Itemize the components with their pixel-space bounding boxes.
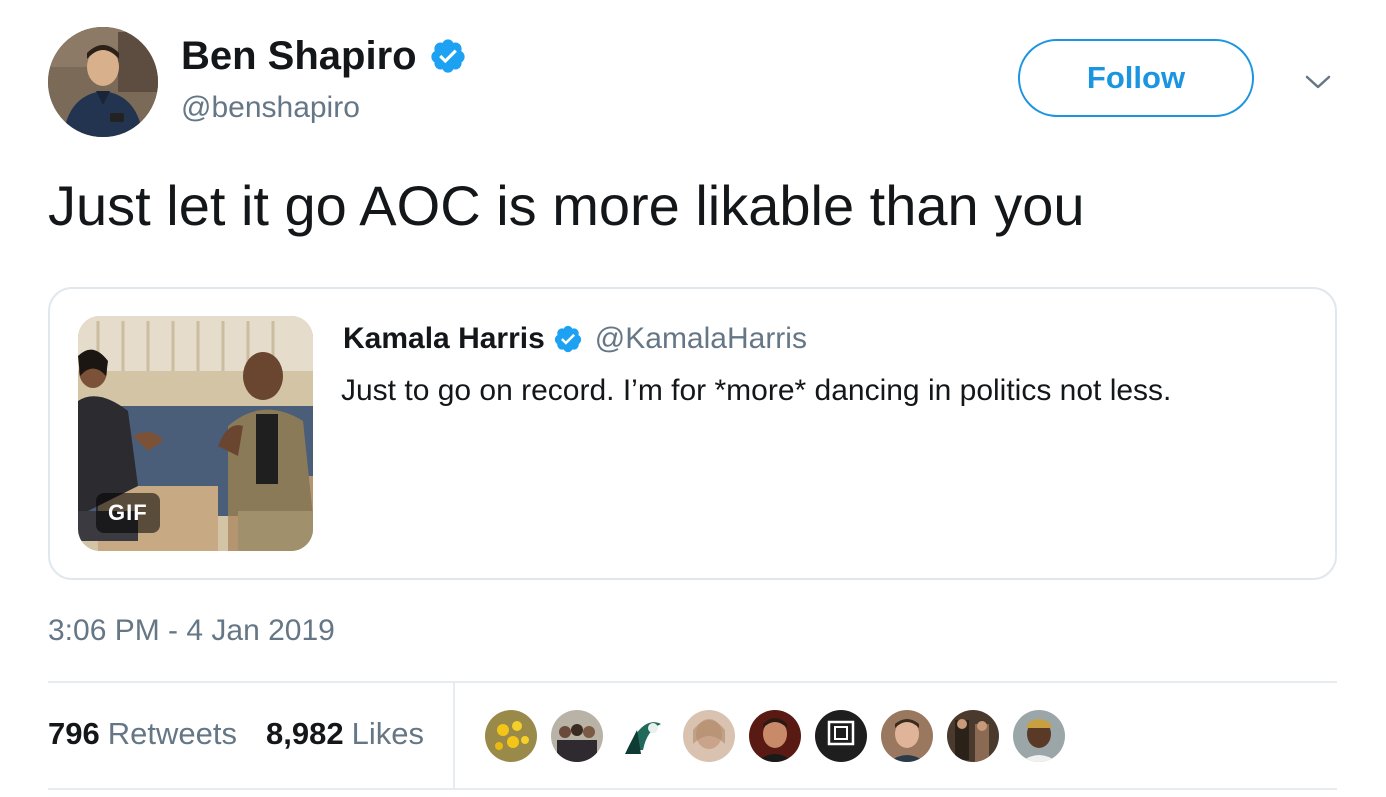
author-name[interactable]: Ben Shapiro	[181, 33, 467, 79]
quoted-author-name: Kamala Harris	[343, 322, 545, 355]
liker-avatar[interactable]	[681, 708, 737, 764]
tweet-text: Just let it go AOC is more likable than …	[48, 174, 1085, 237]
author-avatar[interactable]	[48, 27, 158, 137]
likes-count: 8,982	[266, 716, 344, 751]
retweets-count: 796	[48, 716, 100, 751]
liker-avatar[interactable]	[1011, 708, 1067, 764]
tweet-timestamp[interactable]: 3:06 PM - 4 Jan 2019	[48, 613, 335, 649]
stats-divider-top	[48, 681, 1337, 683]
author-name-text[interactable]: Ben Shapiro	[181, 33, 417, 79]
quoted-tweet-card[interactable]: GIF Kamala Harris @KamalaHarris Just to …	[48, 287, 1337, 580]
quoted-author-handle: @KamalaHarris	[594, 322, 807, 355]
likes-stat[interactable]: 8,982 Likes	[266, 716, 424, 752]
liker-avatar[interactable]	[813, 708, 869, 764]
liker-avatar[interactable]	[747, 708, 803, 764]
stats-divider-vertical	[453, 683, 455, 788]
tweet-menu-button[interactable]	[1300, 64, 1336, 100]
gif-badge: GIF	[96, 493, 160, 533]
avatar-photo	[48, 27, 158, 137]
verified-badge-icon	[554, 325, 581, 353]
liker-avatar[interactable]	[945, 708, 1001, 764]
stats-divider-bottom	[48, 788, 1337, 790]
quoted-tweet-text: Just to go on record. I’m for *more* dan…	[341, 374, 1172, 407]
retweets-label: Retweets	[107, 716, 237, 751]
liker-avatar[interactable]	[549, 708, 605, 764]
likes-label: Likes	[351, 716, 424, 751]
follow-button[interactable]: Follow	[1018, 39, 1254, 117]
liker-avatar[interactable]	[615, 708, 671, 764]
quoted-tweet-header: Kamala Harris @KamalaHarris	[343, 322, 807, 356]
liker-avatar[interactable]	[483, 708, 539, 764]
liker-avatar[interactable]	[879, 708, 935, 764]
retweets-stat[interactable]: 796 Retweets	[48, 716, 237, 752]
quoted-tweet-gif[interactable]: GIF	[78, 316, 313, 551]
verified-badge-icon	[430, 39, 465, 73]
chevron-down-icon	[1305, 75, 1331, 89]
author-handle[interactable]: @benshapiro	[181, 91, 360, 125]
